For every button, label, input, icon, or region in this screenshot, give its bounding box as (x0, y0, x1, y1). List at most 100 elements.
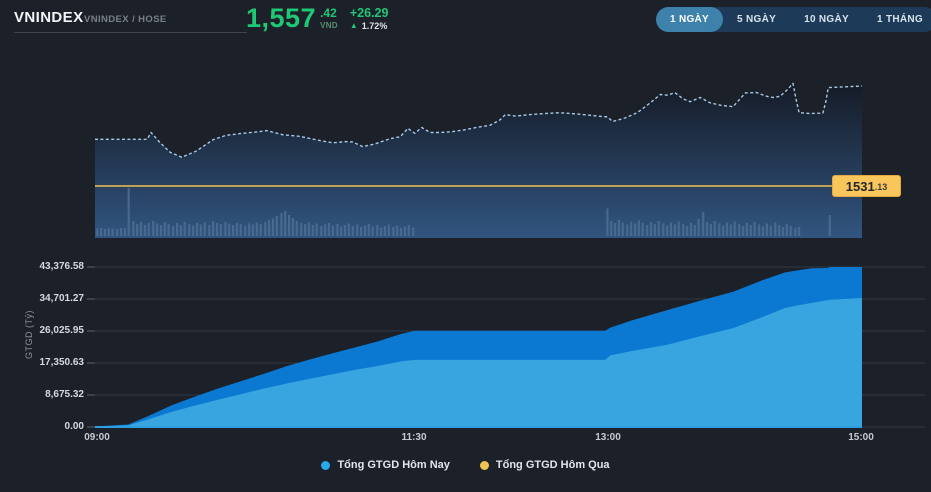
volume-bar (828, 215, 831, 236)
y-tick-label: 26,025.95 (39, 325, 85, 336)
volume-bar (152, 221, 155, 236)
volume-bar (742, 226, 745, 236)
volume-bar (183, 222, 186, 236)
volume-bar (120, 228, 123, 236)
range-button-1-ngay[interactable]: 1 NGÀY (656, 7, 724, 32)
volume-bar (203, 222, 206, 236)
volume-bar (123, 228, 126, 236)
volume-bar (111, 228, 114, 236)
volume-bar (347, 223, 350, 236)
volume-bar (176, 223, 179, 236)
legend-item-hom-qua[interactable]: Tổng GTGD Hôm Qua (479, 459, 610, 471)
vnindex-chart-app: VNINDEX VNINDEX / HOSE 1,557 .42 VND +26… (0, 0, 931, 492)
volume-bar (686, 226, 689, 236)
volume-bar (774, 222, 777, 236)
volume-bar (682, 224, 685, 236)
volume-bar (219, 224, 222, 236)
volume-bar (327, 223, 330, 236)
currency-label: VND (320, 21, 338, 30)
volume-bar (621, 222, 624, 236)
volume-bar (228, 223, 231, 236)
y-tick-label: 0.00 (64, 421, 84, 432)
volume-bar (232, 225, 235, 236)
volume-bar (706, 222, 709, 236)
volume-bar (697, 219, 700, 236)
volume-bar (340, 226, 343, 236)
volume-bar (376, 225, 379, 236)
volume-bar (264, 222, 267, 236)
volume-bar (749, 225, 752, 236)
volume-bar (307, 222, 311, 236)
volume-bar (753, 222, 756, 236)
y-tick-label: 8,675.32 (45, 389, 84, 400)
volume-bar (259, 224, 262, 236)
volume-bar (702, 212, 705, 236)
legend-label: Tổng GTGD Hôm Qua (495, 459, 610, 471)
y-tick-label: 34,701.27 (39, 293, 85, 304)
volume-bar (224, 222, 227, 236)
volume-bar (284, 211, 287, 236)
x-tick-label: 13:00 (595, 432, 621, 443)
volume-bar (666, 225, 669, 236)
volume-bar (758, 224, 761, 236)
volume-bar (351, 226, 354, 236)
title-underline (14, 32, 247, 33)
volume-bar (251, 224, 255, 236)
volume-bar (626, 224, 629, 236)
volume-bar (781, 227, 785, 236)
volume-bar (396, 225, 399, 236)
x-tick-label: 09:00 (84, 432, 110, 443)
volume-bar (215, 223, 219, 236)
volume-bar (343, 225, 347, 236)
volume-bar (403, 226, 406, 236)
y-tick-label: 17,350.63 (39, 357, 85, 368)
volume-bar (689, 223, 693, 236)
range-selector: 1 NGÀY 5 NGÀY 10 NGÀY 1 THÁNG (656, 7, 931, 32)
legend-dot-blue (321, 460, 331, 470)
price-block: 1,557 .42 VND +26.29 ▲ 1.72% (246, 5, 388, 32)
volume-bar (371, 226, 374, 236)
volume-bar (179, 225, 182, 236)
y-tick-label: 43,376.58 (39, 261, 85, 272)
volume-bar (798, 227, 801, 236)
volume-bar (794, 228, 797, 236)
volume-bar (172, 226, 175, 236)
volume-bar (383, 226, 386, 236)
volume-bar (633, 223, 637, 236)
volume-bar (617, 220, 620, 236)
range-button-5-ngay[interactable]: 5 NGÀY (723, 7, 790, 32)
prev-close-value: 1531 (845, 178, 875, 194)
volume-bar (765, 223, 768, 236)
range-button-10-ngay[interactable]: 10 NGÀY (790, 7, 863, 32)
volume-bar (167, 224, 170, 236)
volume-bar (116, 229, 119, 236)
volume-bar (235, 223, 238, 236)
volume-bar (677, 221, 680, 236)
range-button-1-thang[interactable]: 1 THÁNG (863, 7, 931, 32)
volume-bar (315, 223, 318, 236)
volume-bar (762, 226, 765, 236)
volume-bar (192, 225, 195, 236)
volume-bar (387, 224, 390, 236)
volume-bar (291, 218, 294, 236)
volume-bar (244, 225, 247, 236)
volume-bar (669, 222, 673, 236)
volume-bar (271, 218, 274, 236)
volume-bar (195, 223, 199, 236)
volume-bar (356, 224, 359, 236)
volume-bar (280, 213, 283, 236)
volume-bar (163, 222, 166, 236)
volume-bar (722, 225, 725, 236)
chart-legend: Tổng GTGD Hôm Nay Tổng GTGD Hôm Qua (0, 459, 931, 471)
volume-bar (300, 223, 303, 236)
legend-label: Tổng GTGD Hôm Nay (337, 459, 450, 471)
volume-bar (713, 221, 716, 236)
legend-item-hom-nay[interactable]: Tổng GTGD Hôm Nay (321, 459, 450, 471)
charts-canvas[interactable] (0, 0, 931, 492)
volume-bar (268, 220, 271, 236)
volume-bar (610, 221, 613, 236)
x-tick-label: 11:30 (401, 432, 427, 443)
volume-bar (239, 224, 242, 236)
volume-bar (304, 224, 307, 236)
volume-bar (662, 223, 665, 236)
